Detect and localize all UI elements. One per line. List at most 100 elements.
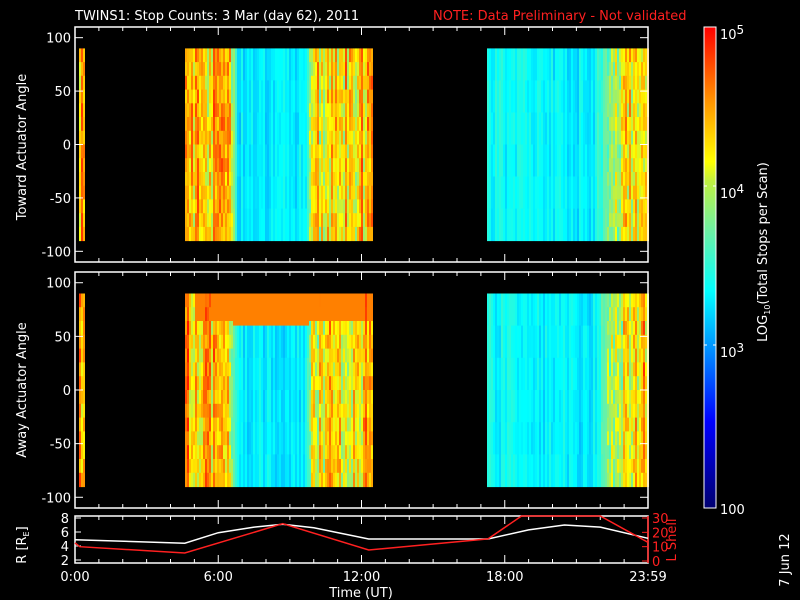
heatmap-cell bbox=[613, 48, 615, 63]
heatmap-cell bbox=[189, 89, 191, 104]
heatmap-cell bbox=[643, 226, 645, 242]
heatmap-cell bbox=[285, 80, 287, 113]
heatmap-cell bbox=[629, 334, 631, 350]
heatmap-cell bbox=[365, 226, 367, 242]
heatmap-cell bbox=[279, 454, 281, 488]
heatmap-cell bbox=[625, 226, 627, 242]
heatmap-cell bbox=[309, 362, 311, 377]
heatmap-cell bbox=[355, 144, 357, 159]
heatmap-cell bbox=[563, 80, 565, 113]
heatmap-cell bbox=[367, 390, 369, 405]
heatmap-cell bbox=[215, 472, 217, 488]
heatmap-cell bbox=[299, 293, 301, 327]
heatmap-cell bbox=[529, 112, 531, 145]
heatmap-cell bbox=[617, 390, 619, 405]
heatmap-cell bbox=[625, 213, 627, 228]
heatmap-cell bbox=[299, 357, 301, 391]
heatmap-cell bbox=[313, 213, 315, 228]
heatmap-cell bbox=[205, 103, 207, 118]
heatmap-cell bbox=[581, 144, 583, 177]
heatmap-cell bbox=[275, 176, 277, 209]
heatmap-cell bbox=[595, 176, 597, 209]
heatmap-cell bbox=[603, 144, 605, 177]
heatmap-cell bbox=[607, 348, 609, 363]
heatmap-cell bbox=[627, 117, 629, 132]
heatmap-cell bbox=[235, 422, 237, 455]
heatmap-cell bbox=[325, 130, 327, 145]
heatmap-cell bbox=[369, 89, 371, 104]
heatmap-cell bbox=[275, 390, 277, 423]
heatmap-cell bbox=[545, 293, 547, 327]
heatmap-cell bbox=[369, 445, 371, 460]
heatmap-cell bbox=[79, 199, 81, 214]
heatmap-cell bbox=[313, 307, 315, 322]
heatmap-cell bbox=[319, 75, 321, 90]
heatmap-cell bbox=[225, 376, 227, 391]
heatmap-cell bbox=[559, 293, 561, 327]
heatmap-cell bbox=[289, 176, 291, 209]
heatmap-cell bbox=[347, 472, 349, 488]
heatmap-cell bbox=[613, 226, 615, 242]
heatmap-cell bbox=[509, 293, 511, 327]
heatmap-cell bbox=[197, 334, 199, 350]
heatmap-cell bbox=[627, 172, 629, 187]
heatmap-cell bbox=[629, 348, 631, 363]
heatmap-cell bbox=[335, 417, 337, 432]
heatmap-cell bbox=[325, 75, 327, 90]
heatmap-cell bbox=[495, 48, 497, 81]
heatmap-cell bbox=[487, 454, 489, 488]
heatmap-cell bbox=[591, 144, 593, 177]
heatmap-cell bbox=[305, 357, 307, 391]
heatmap-cell bbox=[363, 390, 365, 405]
heatmap-cell bbox=[327, 321, 329, 336]
heatmap-cell bbox=[591, 48, 593, 81]
heatmap-cell bbox=[631, 185, 633, 200]
heatmap-cell bbox=[625, 362, 627, 377]
heatmap-cell bbox=[195, 172, 197, 187]
heatmap-cell bbox=[349, 199, 351, 214]
heatmap-cell bbox=[325, 117, 327, 132]
heatmap-cell bbox=[609, 403, 611, 419]
heatmap-cell bbox=[297, 422, 299, 455]
heatmap-cell bbox=[637, 172, 639, 187]
heatmap-cell bbox=[333, 103, 335, 118]
heatmap-cell bbox=[223, 445, 225, 460]
heatmap-cell bbox=[247, 454, 249, 488]
heatmap-cell bbox=[341, 172, 343, 187]
heatmap-cell bbox=[355, 431, 357, 446]
heatmap-cell bbox=[635, 103, 637, 118]
heatmap-cell bbox=[293, 144, 295, 177]
heatmap-cell bbox=[187, 144, 189, 159]
heatmap-cell bbox=[321, 293, 323, 308]
heatmap-cell bbox=[281, 176, 283, 209]
heatmap-cell bbox=[301, 144, 303, 177]
heatmap-cell bbox=[201, 376, 203, 391]
heatmap-cell bbox=[615, 185, 617, 200]
heatmap-cell bbox=[275, 48, 277, 81]
heatmap-cell bbox=[199, 62, 201, 77]
heatmap-cell bbox=[333, 117, 335, 132]
heatmap-cell bbox=[521, 208, 523, 242]
twins-stop-counts-plot: TWINS1: Stop Counts: 3 Mar (day 62), 201… bbox=[15, 9, 793, 600]
heatmap-cell bbox=[253, 325, 255, 359]
heatmap-cell bbox=[81, 48, 83, 63]
heatmap-cell bbox=[223, 117, 225, 132]
heatmap-cell bbox=[227, 403, 229, 419]
heatmap-cell bbox=[225, 307, 227, 322]
heatmap-cell bbox=[205, 89, 207, 104]
heatmap-cell bbox=[351, 48, 353, 63]
heatmap-cell bbox=[293, 390, 295, 423]
heatmap-cell bbox=[217, 130, 219, 145]
heatmap-cell bbox=[83, 334, 85, 350]
heatmap-cell bbox=[503, 144, 505, 177]
heatmap-cell bbox=[255, 325, 257, 359]
heatmap-cell bbox=[355, 103, 357, 118]
heatmap-cell bbox=[351, 417, 353, 432]
heatmap-cell bbox=[203, 172, 205, 187]
heatmap-cell bbox=[197, 472, 199, 488]
x-tick-label: 6:00 bbox=[204, 570, 233, 585]
heatmap-cell bbox=[543, 357, 545, 391]
heatmap-cell bbox=[629, 293, 631, 308]
heatmap-cell bbox=[287, 176, 289, 209]
heatmap-cell bbox=[333, 130, 335, 145]
